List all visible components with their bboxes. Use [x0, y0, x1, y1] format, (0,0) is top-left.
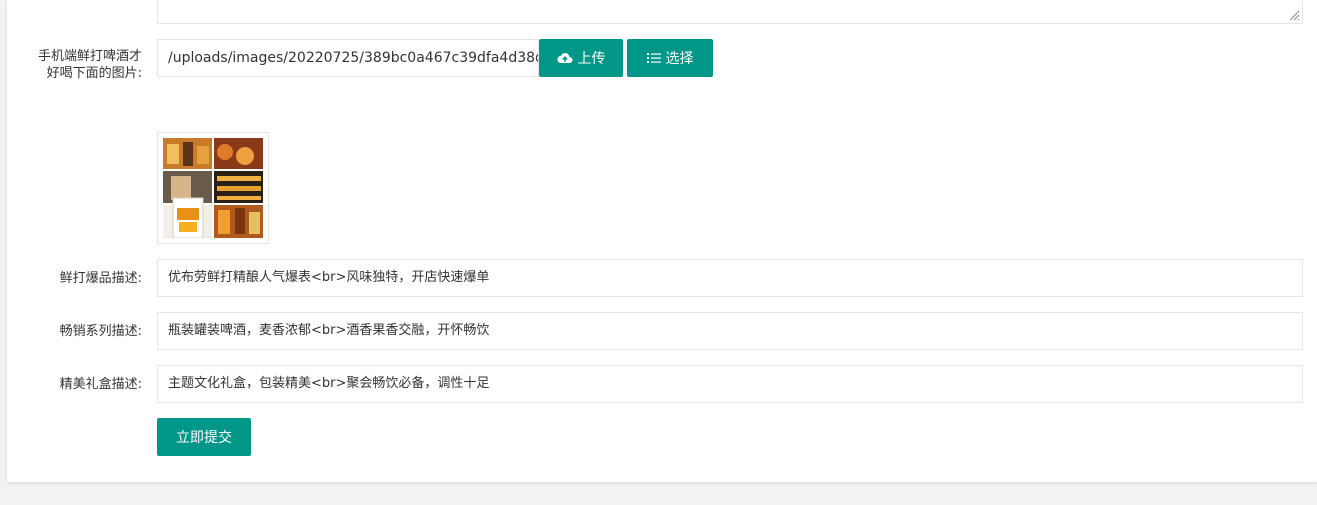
- beer-collage-image: [163, 138, 263, 238]
- select-button-label: 选择: [665, 50, 694, 66]
- field-label-giftbox: 精美礼盒描述:: [59, 377, 142, 392]
- bestseller-desc-input[interactable]: 瓶装罐装啤酒，麦香浓郁<br>酒香果香交融，开怀畅饮: [157, 312, 1303, 350]
- field-label-hot: 鲜打爆品描述:: [59, 271, 142, 286]
- submit-button[interactable]: 立即提交: [157, 418, 251, 456]
- resize-grip-icon[interactable]: [1288, 9, 1300, 21]
- list-icon: [646, 52, 661, 64]
- textarea-field[interactable]: [157, 0, 1303, 24]
- form-card: 手机端鲜打啤酒才好喝下面的图片: /uploads/images/2022072…: [7, 0, 1317, 482]
- image-path-input[interactable]: /uploads/images/20220725/389bc0a467c39df…: [157, 39, 539, 77]
- field-label-bestseller: 畅销系列描述:: [59, 324, 142, 339]
- image-field-label: 手机端鲜打啤酒才好喝下面的图片:: [37, 49, 142, 81]
- upload-button[interactable]: 上传: [539, 39, 623, 77]
- image-preview[interactable]: [157, 132, 269, 244]
- giftbox-desc-input[interactable]: 主题文化礼盒，包装精美<br>聚会畅饮必备，调性十足: [157, 365, 1303, 403]
- select-button[interactable]: 选择: [627, 39, 713, 77]
- upload-button-label: 上传: [577, 50, 606, 66]
- cloud-upload-icon: [556, 52, 573, 64]
- hot-product-desc-input[interactable]: 优布劳鲜打精酿人气爆表<br>风味独特，开店快速爆单: [157, 259, 1303, 297]
